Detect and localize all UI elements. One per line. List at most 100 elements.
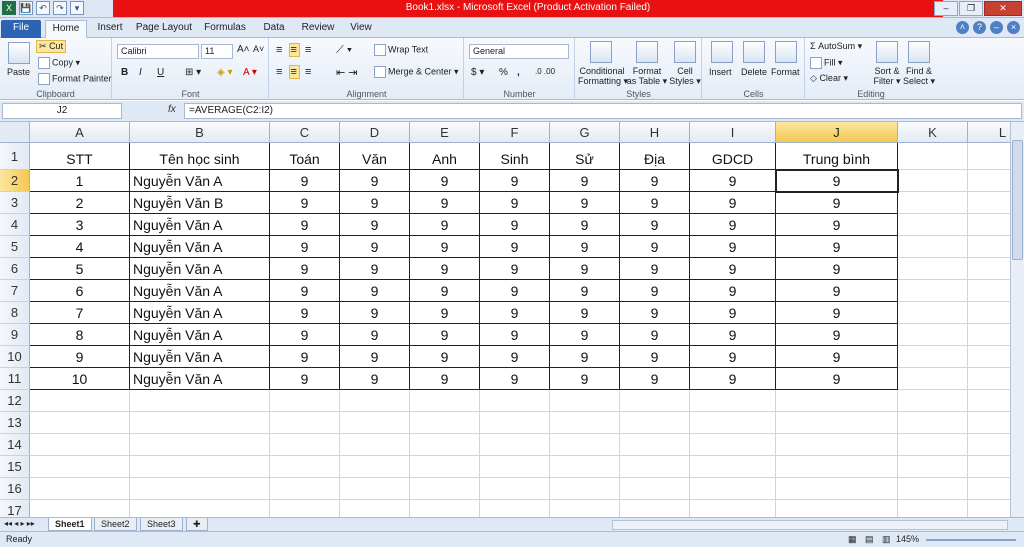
empty-cell[interactable]	[898, 302, 968, 324]
empty-cell[interactable]	[968, 346, 1010, 368]
cell-h11[interactable]: 9	[620, 368, 690, 390]
empty-cell[interactable]	[690, 478, 776, 500]
empty-cell[interactable]	[968, 143, 1010, 170]
empty-cell[interactable]	[550, 434, 620, 456]
empty-cell[interactable]	[270, 434, 340, 456]
empty-cell[interactable]	[776, 434, 898, 456]
zoom-slider[interactable]	[926, 539, 1016, 541]
select-all-corner[interactable]	[0, 122, 30, 143]
view-buttons[interactable]: ▦ ▤ ▥	[848, 532, 894, 547]
empty-cell[interactable]	[968, 456, 1010, 478]
cell-f5[interactable]: 9	[480, 236, 550, 258]
cell-j9[interactable]: 9	[776, 324, 898, 346]
row-header-4[interactable]: 4	[0, 214, 30, 236]
empty-cell[interactable]	[130, 412, 270, 434]
vertical-scroll-thumb[interactable]	[1012, 140, 1023, 260]
cut-button[interactable]: ✂ Cut	[36, 40, 67, 53]
row-header-15[interactable]: 15	[0, 456, 30, 478]
paste-icon[interactable]	[8, 42, 30, 64]
cell-styles-button[interactable]: Cell Styles ▾	[668, 66, 702, 87]
empty-cell[interactable]	[410, 500, 480, 517]
cell-f6[interactable]: 9	[480, 258, 550, 280]
empty-cell[interactable]	[898, 346, 968, 368]
column-header-f[interactable]: F	[480, 122, 550, 143]
shrink-font-button[interactable]: A˅	[253, 44, 264, 54]
tab-review[interactable]: Review	[298, 20, 338, 38]
cell-c6[interactable]: 9	[270, 258, 340, 280]
bold-button[interactable]: B	[121, 67, 128, 78]
cell-b5[interactable]: Nguyễn Văn A	[130, 236, 270, 258]
cell-e7[interactable]: 9	[410, 280, 480, 302]
row-header-14[interactable]: 14	[0, 434, 30, 456]
restore-button[interactable]: ❐	[959, 1, 983, 16]
underline-button[interactable]: U	[157, 67, 164, 78]
empty-cell[interactable]	[480, 500, 550, 517]
empty-cell[interactable]	[620, 478, 690, 500]
empty-cell[interactable]	[270, 500, 340, 517]
empty-cell[interactable]	[130, 478, 270, 500]
empty-cell[interactable]	[270, 456, 340, 478]
cell-i2[interactable]: 9	[690, 170, 776, 192]
cell-j5[interactable]: 9	[776, 236, 898, 258]
formula-input[interactable]: =AVERAGE(C2:I2)	[184, 103, 1022, 119]
cell-c9[interactable]: 9	[270, 324, 340, 346]
cell-f11[interactable]: 9	[480, 368, 550, 390]
empty-cell[interactable]	[898, 412, 968, 434]
cell-g9[interactable]: 9	[550, 324, 620, 346]
cell-b7[interactable]: Nguyễn Văn A	[130, 280, 270, 302]
empty-cell[interactable]	[898, 258, 968, 280]
vertical-align-icons[interactable]: ≡ ≡ ≡	[276, 43, 313, 57]
cell-e5[interactable]: 9	[410, 236, 480, 258]
cell-a2[interactable]: 1	[30, 170, 130, 192]
empty-cell[interactable]	[968, 324, 1010, 346]
cell-i7[interactable]: 9	[690, 280, 776, 302]
empty-cell[interactable]	[30, 412, 130, 434]
row-header-9[interactable]: 9	[0, 324, 30, 346]
empty-cell[interactable]	[30, 390, 130, 412]
empty-cell[interactable]	[410, 412, 480, 434]
column-header-e[interactable]: E	[410, 122, 480, 143]
row-header-2[interactable]: 2	[0, 170, 30, 192]
cell-b10[interactable]: Nguyễn Văn A	[130, 346, 270, 368]
empty-cell[interactable]	[130, 456, 270, 478]
empty-cell[interactable]	[620, 500, 690, 517]
empty-cell[interactable]	[968, 258, 1010, 280]
paste-button[interactable]: Paste	[7, 67, 30, 77]
empty-cell[interactable]	[898, 192, 968, 214]
empty-cell[interactable]	[968, 500, 1010, 517]
cell-c10[interactable]: 9	[270, 346, 340, 368]
cell-b6[interactable]: Nguyễn Văn A	[130, 258, 270, 280]
empty-cell[interactable]	[898, 143, 968, 170]
empty-cell[interactable]	[340, 500, 410, 517]
comma-button[interactable]: ,	[517, 67, 520, 78]
empty-cell[interactable]	[898, 170, 968, 192]
empty-cell[interactable]	[130, 434, 270, 456]
cell-j11[interactable]: 9	[776, 368, 898, 390]
percent-button[interactable]: %	[499, 67, 508, 78]
font-size-select[interactable]: 11	[201, 44, 233, 59]
empty-cell[interactable]	[968, 302, 1010, 324]
row-header-12[interactable]: 12	[0, 390, 30, 412]
font-name-select[interactable]: Calibri	[117, 44, 199, 59]
empty-cell[interactable]	[968, 236, 1010, 258]
delete-cells-button[interactable]: Delete	[741, 67, 767, 77]
empty-cell[interactable]	[340, 456, 410, 478]
empty-cell[interactable]	[480, 478, 550, 500]
cell-e6[interactable]: 9	[410, 258, 480, 280]
cell-a7[interactable]: 6	[30, 280, 130, 302]
empty-cell[interactable]	[968, 368, 1010, 390]
row-header-8[interactable]: 8	[0, 302, 30, 324]
indent-icons[interactable]: ⇤ ⇥	[336, 66, 358, 79]
empty-cell[interactable]	[898, 390, 968, 412]
empty-cell[interactable]	[968, 192, 1010, 214]
workbook-close-icon[interactable]: ×	[1007, 21, 1020, 34]
horizontal-align-icons[interactable]: ≡ ≡ ≡	[276, 65, 313, 79]
empty-cell[interactable]	[270, 412, 340, 434]
empty-cell[interactable]	[480, 390, 550, 412]
minimize-button[interactable]: –	[934, 1, 958, 16]
customize-qat-icon[interactable]: ▾	[70, 1, 84, 15]
empty-cell[interactable]	[130, 500, 270, 517]
row-header-6[interactable]: 6	[0, 258, 30, 280]
italic-button[interactable]: I	[139, 67, 142, 78]
cell-a8[interactable]: 7	[30, 302, 130, 324]
